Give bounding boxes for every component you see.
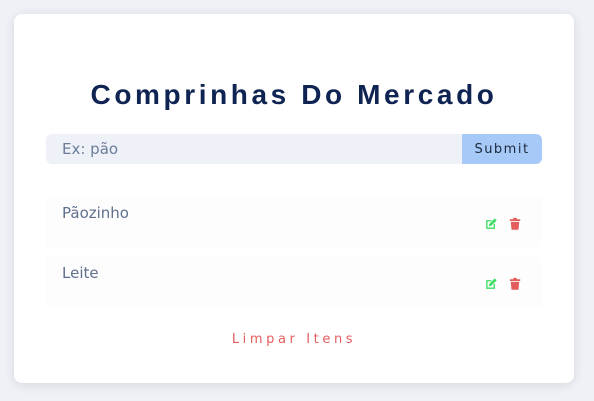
list-item: Leite — [46, 256, 542, 308]
edit-icon[interactable] — [484, 217, 498, 231]
item-input[interactable] — [46, 134, 462, 164]
add-item-form: Submit — [46, 134, 542, 164]
list-item: Pãozinho — [46, 196, 542, 248]
shopping-list-card: Comprinhas Do Mercado Submit Pãozinho — [14, 14, 574, 383]
item-name: Pãozinho — [62, 204, 129, 222]
clear-items-button[interactable]: Limpar Itens — [14, 332, 574, 347]
item-actions — [484, 277, 522, 291]
trash-icon[interactable] — [508, 217, 522, 231]
item-actions — [484, 217, 522, 231]
edit-icon[interactable] — [484, 277, 498, 291]
trash-icon[interactable] — [508, 277, 522, 291]
submit-button[interactable]: Submit — [462, 134, 542, 164]
page-title: Comprinhas Do Mercado — [90, 79, 498, 110]
item-list: Pãozinho Leite — [46, 196, 542, 316]
item-name: Leite — [62, 264, 99, 282]
